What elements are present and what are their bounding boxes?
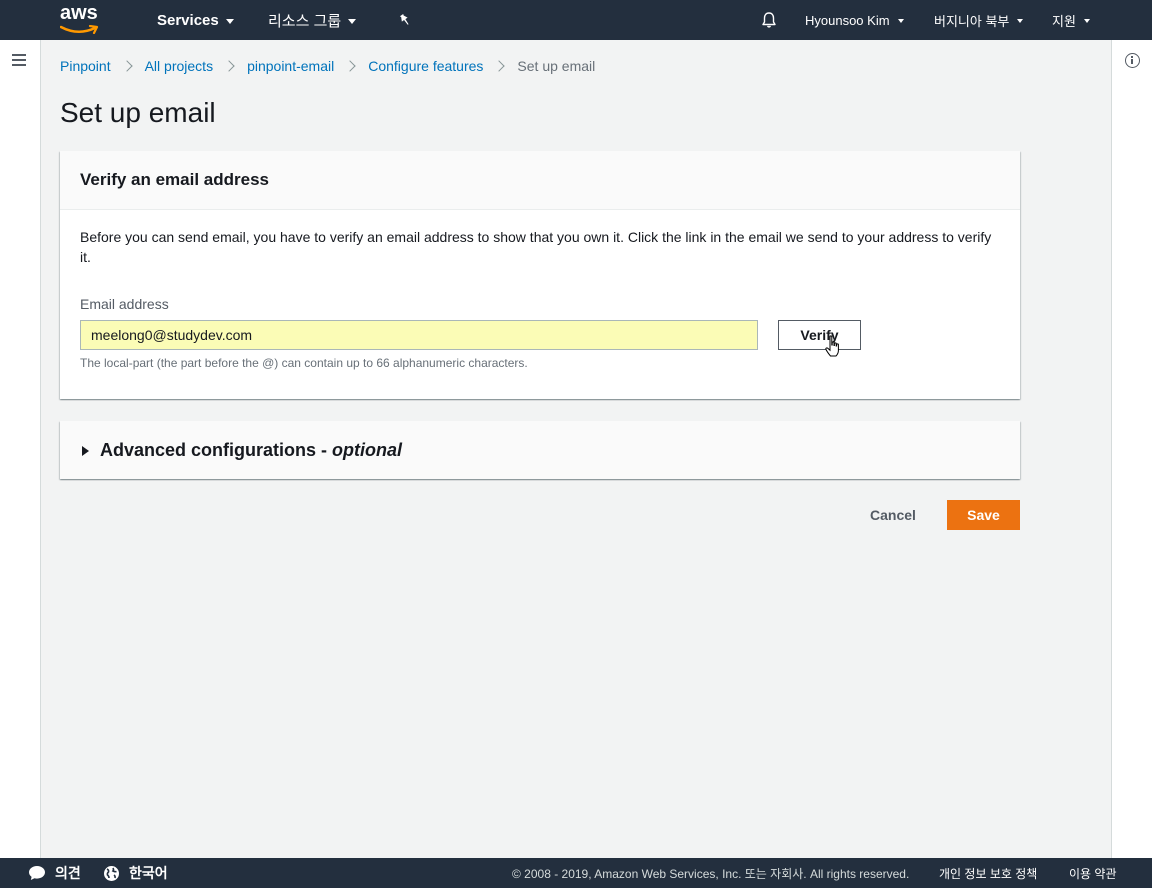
email-field-label: Email address: [80, 296, 169, 312]
chevron-down-icon: [348, 18, 357, 24]
footer: 의견 한국어 © 2008 - 2019, Amazon Web Service…: [0, 858, 1152, 888]
region-menu[interactable]: 버지니아 북부: [934, 0, 1024, 40]
chevron-down-icon: [897, 19, 904, 23]
save-button[interactable]: Save: [947, 500, 1020, 530]
language-label: 한국어: [129, 865, 168, 881]
user-name: Hyounsoo Kim: [805, 12, 890, 28]
left-navigation-rail: [0, 40, 41, 858]
verify-email-panel: Verify an email address Before you can s…: [60, 151, 1020, 399]
panel-heading: Verify an email address: [60, 151, 1020, 210]
feedback-label: 의견: [55, 865, 81, 881]
pin-icon: [399, 13, 409, 25]
account-menu[interactable]: Hyounsoo Kim: [805, 0, 904, 40]
resource-groups-menu[interactable]: 리소스 그룹: [268, 0, 357, 40]
language-selector[interactable]: 한국어: [103, 858, 168, 888]
support-label: 지원: [1052, 13, 1076, 29]
caret-right-icon: [82, 445, 89, 456]
chevron-down-icon: [1017, 19, 1024, 23]
panel-description: Before you can send email, you have to v…: [80, 229, 992, 265]
chevron-down-icon: [1083, 19, 1090, 23]
email-address-input[interactable]: [80, 320, 758, 350]
chevron-right-icon: [120, 60, 133, 72]
aws-smile-icon: [60, 25, 99, 34]
advanced-label: Advanced configurations - optional: [100, 440, 403, 460]
resource-groups-label: 리소스 그룹: [268, 12, 342, 30]
breadcrumb-current: Set up email: [517, 58, 596, 74]
terms-of-use-link[interactable]: 이용 약관: [1069, 858, 1117, 888]
notifications-button[interactable]: [760, 0, 778, 40]
breadcrumb-project[interactable]: pinpoint-email: [247, 58, 334, 74]
chevron-right-icon: [223, 60, 235, 72]
region-label: 버지니아 북부: [934, 13, 1010, 29]
speech-bubble-icon: [29, 866, 45, 880]
top-navigation-bar: aws Services 리소스 그룹 Hyounsoo Kim 버지니아 북부…: [0, 0, 1152, 40]
chevron-right-icon: [344, 60, 356, 72]
aws-logo-text: aws: [60, 2, 98, 24]
verify-button[interactable]: Verify: [778, 320, 861, 350]
cancel-button[interactable]: Cancel: [856, 500, 930, 530]
aws-logo[interactable]: aws: [58, 2, 104, 36]
pin-button[interactable]: [398, 0, 412, 40]
breadcrumb-all-projects[interactable]: All projects: [145, 58, 213, 74]
services-label: Services: [157, 11, 219, 29]
advanced-configurations-expander[interactable]: Advanced configurations - optional: [60, 421, 1020, 479]
help-panel-rail: [1111, 40, 1152, 858]
chevron-right-icon: [493, 60, 506, 72]
breadcrumb-pinpoint[interactable]: Pinpoint: [60, 58, 111, 74]
bell-icon: [762, 12, 776, 28]
info-icon[interactable]: [1125, 53, 1140, 68]
chevron-down-icon: [225, 18, 234, 24]
globe-icon: [104, 865, 119, 881]
feedback-link[interactable]: 의견: [28, 858, 81, 888]
copyright-text: © 2008 - 2019, Amazon Web Services, Inc.…: [512, 866, 910, 881]
breadcrumb: Pinpoint All projects pinpoint-email Con…: [60, 56, 595, 76]
support-menu[interactable]: 지원: [1052, 0, 1090, 40]
page-title: Set up email: [60, 97, 216, 128]
email-constraint-hint: The local-part (the part before the @) c…: [80, 356, 528, 370]
services-menu[interactable]: Services: [157, 0, 234, 40]
privacy-policy-link[interactable]: 개인 정보 보호 정책: [939, 858, 1037, 888]
breadcrumb-configure-features[interactable]: Configure features: [368, 58, 483, 74]
menu-icon[interactable]: [12, 54, 26, 66]
